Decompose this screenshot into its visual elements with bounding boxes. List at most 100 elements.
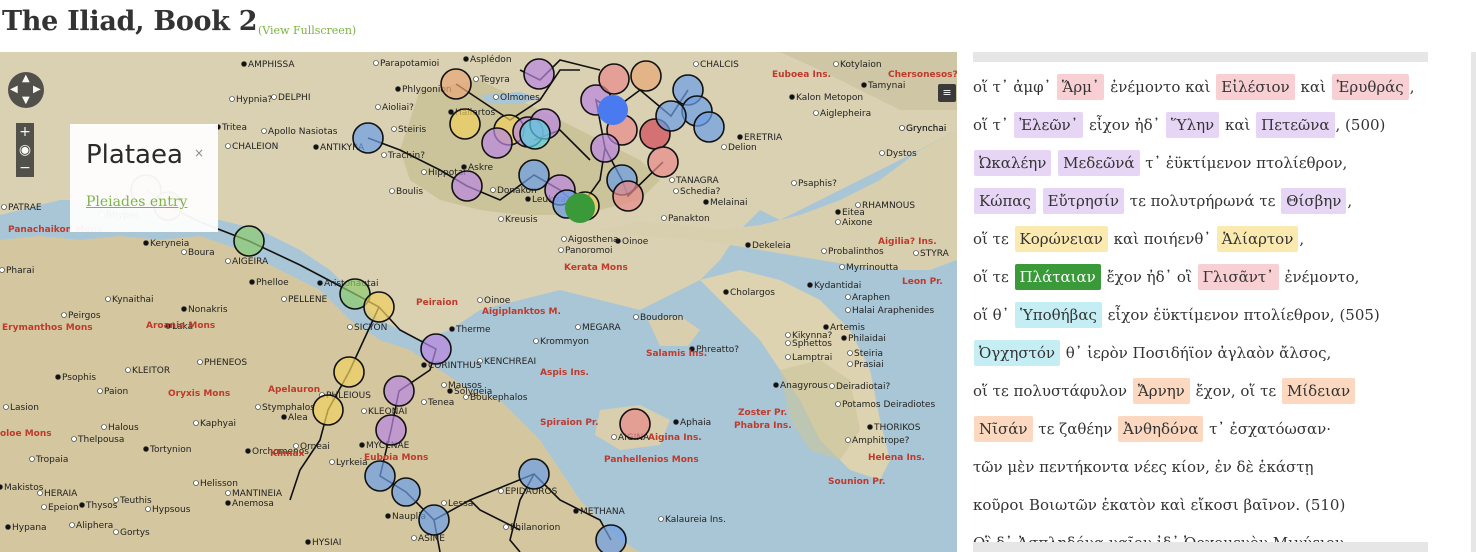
site-dot[interactable] [673,419,679,425]
site-dot[interactable] [791,180,797,186]
site-dot[interactable] [313,144,319,150]
site-dot[interactable] [845,307,851,313]
site-dot[interactable] [381,152,387,158]
place-marker[interactable] [352,122,384,154]
site-dot[interactable] [737,134,743,140]
site-dot[interactable] [658,516,664,522]
site-dot[interactable] [389,188,395,194]
place-marker[interactable] [612,180,644,212]
place-marker[interactable] [481,127,513,159]
site-dot[interactable] [823,324,829,330]
view-fullscreen-link[interactable]: (View Fullscreen) [258,24,356,37]
place-marker[interactable] [523,58,555,90]
site-dot[interactable] [3,404,9,410]
place-name-highlight[interactable]: Ὀγχηστόν [974,340,1061,366]
place-marker[interactable] [647,146,679,178]
site-dot[interactable] [143,446,149,452]
site-dot[interactable] [448,109,454,115]
place-marker[interactable] [655,100,687,132]
site-dot[interactable] [181,249,187,255]
zoom-out-button[interactable]: − [16,159,34,177]
site-dot[interactable] [395,86,401,92]
site-dot[interactable] [813,110,819,116]
place-marker[interactable] [630,60,662,92]
place-marker[interactable] [518,458,550,490]
pan-right-icon[interactable]: ▶ [33,84,41,95]
place-name-highlight[interactable]: Ἅρμ᾽ [1056,74,1105,100]
site-dot[interactable] [525,196,531,202]
site-dot[interactable] [125,367,131,373]
place-name-highlight[interactable]: Ὑποθήβας [1014,302,1102,328]
site-dot[interactable] [703,199,709,205]
site-dot[interactable] [421,169,427,175]
site-dot[interactable] [225,500,231,506]
site-dot[interactable] [245,448,251,454]
site-dot[interactable] [441,500,447,506]
site-dot[interactable] [833,61,839,67]
site-dot[interactable] [225,143,231,149]
site-dot[interactable] [197,359,203,365]
site-dot[interactable] [0,267,5,273]
site-dot[interactable] [633,314,639,320]
pan-down-icon[interactable]: ▼ [22,95,30,106]
site-dot[interactable] [79,502,85,508]
place-marker[interactable] [590,133,620,163]
site-dot[interactable] [229,96,235,102]
site-dot[interactable] [845,294,851,300]
place-marker[interactable] [519,118,551,150]
site-dot[interactable] [839,264,845,270]
site-dot[interactable] [575,324,581,330]
globe-icon[interactable]: ◉ [16,141,34,159]
site-dot[interactable] [789,94,795,100]
place-marker[interactable] [619,408,651,440]
place-marker[interactable] [233,225,265,257]
place-marker[interactable] [333,356,365,388]
site-dot[interactable] [421,362,427,368]
site-dot[interactable] [329,459,335,465]
site-dot[interactable] [261,128,267,134]
place-marker[interactable] [598,63,630,95]
site-dot[interactable] [899,125,905,131]
place-marker[interactable] [420,333,452,365]
site-dot[interactable] [558,247,564,253]
site-dot[interactable] [463,56,469,62]
place-name-highlight[interactable]: Κορώνειαν [1014,226,1108,252]
place-marker[interactable] [391,477,421,507]
site-dot[interactable] [669,177,675,183]
place-name-highlight[interactable]: Εἰλέσιον [1216,74,1295,100]
place-marker[interactable] [363,291,395,323]
place-marker[interactable] [375,414,407,446]
site-dot[interactable] [498,488,504,494]
pan-up-icon[interactable]: ▲ [22,73,30,84]
site-dot[interactable] [693,61,699,67]
map-panel[interactable]: AMPHISSA DELPHI Hypnia? Tritea Apollo Nasiot… [0,52,957,552]
place-name-highlight[interactable]: Ἐλεῶν᾽ [1014,112,1084,138]
site-dot[interactable] [847,350,853,356]
place-name-highlight[interactable]: Ἐρυθράς [1331,74,1409,100]
site-dot[interactable] [661,215,667,221]
site-dot[interactable] [143,240,149,246]
site-dot[interactable] [721,144,727,150]
place-name-highlight[interactable]: Μεδεῶνά [1058,150,1140,176]
place-marker[interactable] [312,394,344,426]
place-name-highlight[interactable]: Ὕλην [1165,112,1220,138]
place-name-highlight[interactable]: Εὔτρησίν [1042,188,1125,214]
site-dot[interactable] [5,524,11,530]
layers-icon[interactable]: ≡ [938,84,956,102]
place-marker[interactable] [693,111,725,143]
selected-place-marker-blue[interactable] [598,95,628,125]
site-dot[interactable] [29,456,35,462]
site-dot[interactable] [411,535,417,541]
site-dot[interactable] [503,524,509,530]
site-dot[interactable] [855,202,861,208]
site-dot[interactable] [745,242,751,248]
place-name-highlight[interactable]: Πετεῶνα [1256,112,1335,138]
site-dot[interactable] [1,204,7,210]
site-dot[interactable] [821,248,827,254]
place-marker[interactable] [418,504,450,536]
site-dot[interactable] [561,236,567,242]
plataea-marker[interactable] [565,193,595,223]
place-name-highlight[interactable]: Ὠκαλέην [974,150,1052,176]
site-dot[interactable] [473,76,479,82]
place-name-highlight[interactable]: Κώπας [974,188,1036,214]
